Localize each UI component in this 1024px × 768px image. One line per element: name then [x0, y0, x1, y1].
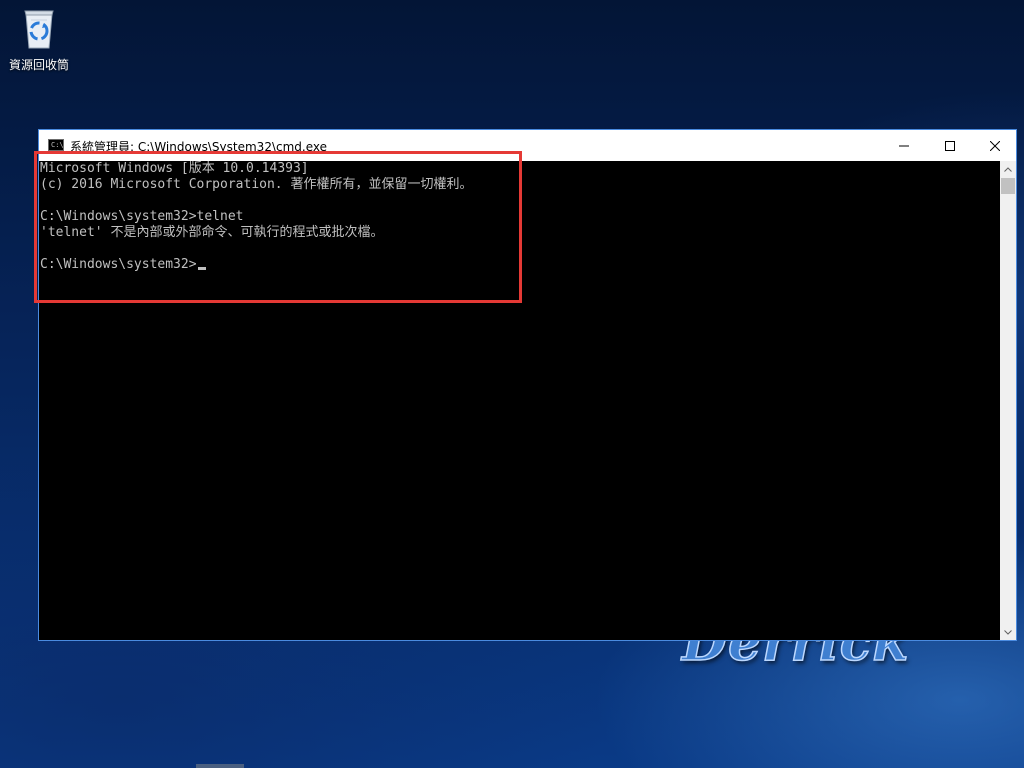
- scroll-up-button[interactable]: [1000, 161, 1016, 177]
- console-line: C:\Windows\system32>telnet: [40, 209, 244, 224]
- console-line: Microsoft Windows [版本 10.0.14393]: [40, 161, 309, 176]
- console-output[interactable]: Microsoft Windows [版本 10.0.14393] (c) 20…: [39, 161, 1000, 640]
- maximize-icon: [945, 140, 955, 151]
- console-line: 'telnet' 不是內部或外部命令、可執行的程式或批次檔。: [40, 225, 384, 240]
- maximize-button[interactable]: [927, 130, 973, 161]
- close-icon: [990, 140, 1000, 151]
- console-line: (c) 2016 Microsoft Corporation. 著作權所有，並保…: [40, 177, 473, 192]
- recycle-bin-icon: [24, 10, 54, 49]
- desktop-icon-recycle-bin[interactable]: 資源回收筒: [4, 6, 74, 73]
- vertical-scrollbar[interactable]: [1000, 161, 1016, 640]
- title-bar[interactable]: C:\ 系統管理員: C:\Windows\System32\cmd.exe: [39, 130, 1016, 161]
- desktop-icon-label: 資源回收筒: [8, 58, 69, 72]
- scroll-down-button[interactable]: [1000, 624, 1016, 640]
- console-prompt-line[interactable]: C:\Windows\system32>: [40, 257, 206, 273]
- minimize-icon: [899, 145, 909, 146]
- console-prompt: C:\Windows\system32>: [40, 257, 197, 272]
- chevron-down-icon: [1004, 629, 1012, 635]
- taskbar-edge: [196, 764, 244, 768]
- scroll-thumb[interactable]: [1001, 178, 1015, 194]
- chevron-up-icon: [1004, 166, 1012, 172]
- desktop[interactable]: 資源回收筒 Derrick C:\ 系統管理員: C:\Windows\Syst…: [0, 0, 1024, 768]
- close-button[interactable]: [972, 130, 1018, 161]
- cmd-window[interactable]: C:\ 系統管理員: C:\Windows\System32\cmd.exe M…: [38, 129, 1017, 641]
- cmd-icon[interactable]: C:\: [48, 139, 64, 151]
- minimize-button[interactable]: [881, 130, 927, 161]
- text-cursor: [197, 267, 206, 270]
- window-title: 系統管理員: C:\Windows\System32\cmd.exe: [70, 140, 327, 154]
